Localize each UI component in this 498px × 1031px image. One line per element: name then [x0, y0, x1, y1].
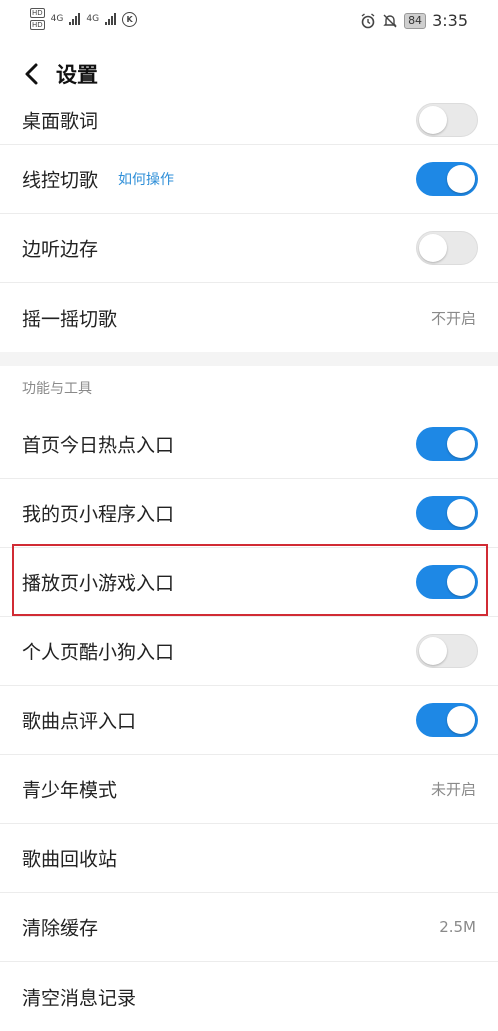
row-label: 歌曲点评入口	[22, 710, 137, 733]
row-value: 未开启	[430, 780, 476, 799]
network-type-1: 4G	[50, 14, 64, 24]
row-song-review[interactable]: 歌曲点评入口	[0, 686, 498, 755]
song-review-toggle[interactable]	[416, 703, 478, 737]
status-right: 84 3:35	[360, 11, 468, 30]
toggle-knob	[419, 234, 447, 262]
kugou-dog-toggle[interactable]	[416, 634, 478, 668]
section-title: 功能与工具	[22, 381, 92, 397]
row-clear-messages[interactable]: 清空消息记录	[0, 962, 498, 1031]
row-label: 清除缓存	[22, 917, 99, 940]
hd-icons: HD HD	[30, 8, 45, 30]
mute-bell-icon	[383, 14, 397, 27]
row-clear-cache[interactable]: 清除缓存 2.5M	[0, 893, 498, 962]
row-label: 我的页小程序入口	[22, 503, 175, 526]
row-label: 线控切歌	[22, 169, 99, 192]
row-mini-program[interactable]: 我的页小程序入口	[0, 479, 498, 548]
toggle-knob	[447, 165, 475, 193]
clock: 3:35	[432, 11, 468, 30]
hd-badge-2: HD	[30, 20, 45, 30]
row-kugou-dog[interactable]: 个人页酷小狗入口	[0, 617, 498, 686]
row-desktop-lyrics[interactable]: 桌面歌词	[0, 76, 498, 145]
hot-entry-toggle[interactable]	[416, 427, 478, 461]
carrier-k-icon: K	[122, 11, 138, 27]
network-type-2: 4G	[86, 14, 100, 24]
listen-save-toggle[interactable]	[416, 231, 478, 265]
toggle-knob	[419, 105, 447, 134]
toggle-knob	[419, 637, 447, 665]
toggle-knob	[447, 430, 475, 458]
row-label: 摇一摇切歌	[22, 308, 118, 330]
toggle-knob	[447, 706, 475, 734]
desktop-lyrics-toggle[interactable]	[416, 102, 478, 137]
row-wire-control[interactable]: 线控切歌 如何操作	[0, 145, 498, 214]
row-label: 边听边存	[22, 238, 99, 261]
how-to-link[interactable]: 如何操作	[118, 169, 174, 189]
row-recycle-bin[interactable]: 歌曲回收站	[0, 824, 498, 893]
row-label: 首页今日热点入口	[22, 434, 175, 457]
row-shake[interactable]: 摇一摇切歌 不开启	[0, 283, 498, 352]
highlight-box	[12, 544, 488, 616]
status-left: HD HD 4G 4G K	[30, 8, 138, 30]
section-divider	[0, 352, 498, 366]
row-listen-save[interactable]: 边听边存	[0, 214, 498, 283]
battery-icon: 84	[404, 12, 427, 29]
row-teen-mode[interactable]: 青少年模式 未开启	[0, 755, 498, 824]
toggle-knob	[447, 499, 475, 527]
wire-control-toggle[interactable]	[416, 162, 478, 196]
mini-program-toggle[interactable]	[416, 496, 478, 530]
row-label: 个人页酷小狗入口	[22, 641, 175, 664]
row-label: 桌面歌词	[22, 110, 99, 133]
alarm-icon	[361, 12, 375, 28]
signal-icon-1	[69, 13, 81, 25]
row-hot-entry[interactable]: 首页今日热点入口	[0, 410, 498, 479]
row-label: 青少年模式	[22, 779, 118, 802]
row-value: 不开启	[430, 309, 476, 327]
status-bar: HD HD 4G 4G K 84 3:35	[0, 0, 498, 42]
signal-icon-2	[105, 13, 117, 25]
hd-badge-1: HD	[30, 8, 45, 18]
row-label: 歌曲回收站	[22, 848, 118, 871]
row-label: 清空消息记录	[22, 987, 137, 1009]
row-value: 2.5M	[439, 918, 476, 936]
